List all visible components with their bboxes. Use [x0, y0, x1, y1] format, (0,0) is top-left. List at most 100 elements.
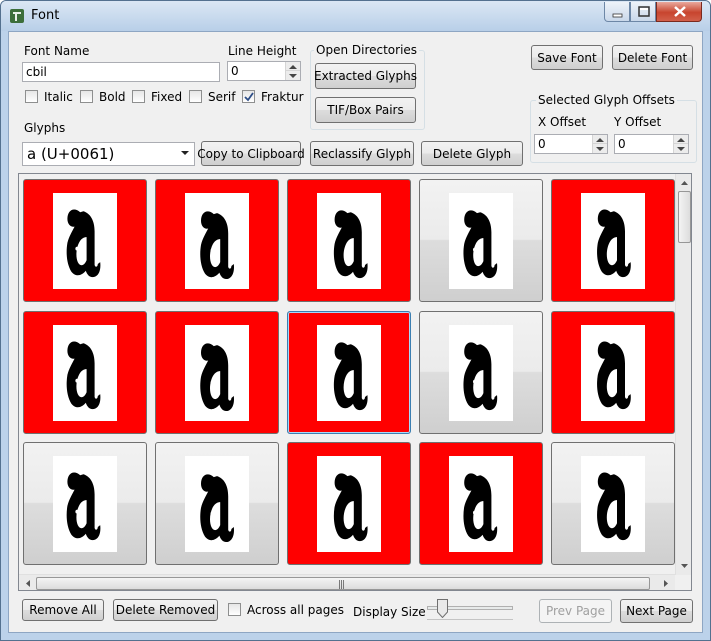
- minimize-button[interactable]: [604, 2, 630, 22]
- across-all-pages-checkbox[interactable]: [228, 603, 241, 616]
- extracted-glyphs-button[interactable]: Extracted Glyphs: [314, 63, 417, 89]
- glyph-tile[interactable]: [551, 311, 675, 434]
- glyph-tile[interactable]: [23, 442, 147, 565]
- glyph-tile[interactable]: [23, 179, 147, 302]
- arrow-up-icon: [289, 65, 297, 69]
- arrow-down-icon: [677, 147, 685, 151]
- title-bar[interactable]: Font: [1, 1, 710, 31]
- line-height-down-button[interactable]: [286, 71, 300, 80]
- y-offset-spinner[interactable]: 0: [614, 134, 689, 154]
- glyph-offsets-title: Selected Glyph Offsets: [536, 93, 677, 107]
- fraktur-a-icon: [333, 210, 368, 279]
- font-name-label: Font Name: [24, 44, 90, 58]
- line-height-value: 0: [231, 64, 239, 78]
- display-size-label: Display Size: [353, 605, 426, 619]
- y-offset-down-button[interactable]: [674, 144, 688, 153]
- arrow-down-icon: [289, 74, 297, 78]
- glyph-tile[interactable]: [419, 179, 543, 302]
- glyph-tile[interactable]: [551, 179, 675, 302]
- line-height-spinner[interactable]: 0: [227, 61, 301, 81]
- fraktur-checkbox[interactable]: [242, 90, 255, 103]
- serif-label: Serif: [208, 90, 236, 104]
- close-button[interactable]: [656, 2, 702, 22]
- delete-font-button[interactable]: Delete Font: [612, 45, 693, 70]
- glyph-tile[interactable]: [287, 442, 411, 565]
- window-title: Font: [31, 8, 60, 23]
- x-offset-up-button[interactable]: [593, 135, 607, 144]
- glyph-select[interactable]: a (U+0061): [22, 142, 195, 166]
- tif-box-pairs-button[interactable]: TIF/Box Pairs: [315, 97, 416, 123]
- glyph-tile[interactable]: [23, 311, 147, 434]
- glyph-grid[interactable]: |||: [18, 173, 692, 591]
- glyph-image: [581, 193, 645, 289]
- copy-to-clipboard-button[interactable]: Copy to Clipboard: [197, 141, 305, 166]
- arrow-up-icon: [677, 138, 685, 142]
- prev-page-button[interactable]: Prev Page: [539, 599, 612, 623]
- fraktur-a-icon: [597, 341, 631, 410]
- delete-removed-button[interactable]: Delete Removed: [113, 599, 218, 621]
- maximize-icon: [638, 6, 650, 17]
- chevron-down-icon: [181, 151, 189, 155]
- scroll-down-icon[interactable]: [676, 559, 692, 573]
- x-offset-spinner[interactable]: 0: [534, 134, 608, 154]
- delete-glyph-button[interactable]: Delete Glyph: [421, 141, 523, 166]
- fraktur-a-icon: [463, 210, 498, 279]
- horizontal-scroll-thumb[interactable]: |||: [36, 577, 650, 590]
- font-window: Font Font Name cbil Line Height 0 Italic: [0, 0, 711, 641]
- font-name-input[interactable]: cbil: [22, 62, 220, 82]
- y-offset-up-button[interactable]: [674, 135, 688, 144]
- checkmark-icon: [244, 92, 254, 102]
- horizontal-scrollbar[interactable]: |||: [19, 574, 675, 591]
- glyph-image: [185, 456, 249, 552]
- x-offset-down-button[interactable]: [593, 144, 607, 153]
- vertical-scroll-thumb[interactable]: [678, 191, 691, 243]
- maximize-button[interactable]: [630, 2, 656, 22]
- client-area: Font Name cbil Line Height 0 Italic Bold…: [8, 31, 703, 633]
- serif-checkbox[interactable]: [189, 90, 202, 103]
- glyph-tile[interactable]: [155, 311, 279, 434]
- glyph-tile[interactable]: [551, 442, 675, 565]
- glyph-select-value: a (U+0061): [27, 145, 115, 163]
- glyph-tile[interactable]: [419, 442, 543, 565]
- fraktur-a-icon: [200, 343, 234, 412]
- glyph-image: [53, 325, 117, 421]
- y-offset-value: 0: [618, 137, 626, 151]
- italic-label: Italic: [44, 90, 73, 104]
- next-page-button[interactable]: Next Page: [620, 599, 693, 623]
- across-all-pages-label: Across all pages: [247, 603, 344, 617]
- fraktur-a-icon: [200, 211, 234, 280]
- glyph-tile[interactable]: [419, 311, 543, 434]
- bold-checkbox[interactable]: [80, 90, 93, 103]
- fraktur-a-icon: [463, 342, 498, 411]
- fraktur-a-icon: [66, 472, 101, 541]
- display-size-ticks: [427, 619, 513, 620]
- fixed-label: Fixed: [151, 90, 183, 104]
- display-size-thumb[interactable]: [437, 599, 448, 618]
- remove-all-button[interactable]: Remove All: [22, 599, 104, 621]
- scroll-up-icon[interactable]: [676, 176, 692, 190]
- minimize-icon: [612, 13, 623, 18]
- open-directories-title: Open Directories: [314, 43, 420, 57]
- glyph-image: [53, 193, 117, 289]
- scroll-right-icon[interactable]: [659, 575, 673, 591]
- save-font-button[interactable]: Save Font: [531, 45, 603, 70]
- fixed-checkbox[interactable]: [132, 90, 145, 103]
- italic-checkbox[interactable]: [25, 90, 38, 103]
- fraktur-a-icon: [333, 342, 368, 411]
- fraktur-a-icon: [463, 473, 498, 542]
- arrow-up-icon: [596, 138, 604, 142]
- glyph-image: [185, 325, 249, 421]
- fraktur-a-icon: [333, 473, 368, 542]
- reclassify-glyph-button[interactable]: Reclassify Glyph: [310, 141, 414, 166]
- line-height-up-button[interactable]: [286, 62, 300, 71]
- glyph-image: [449, 325, 513, 421]
- fraktur-a-icon: [66, 341, 101, 410]
- glyph-tile[interactable]: [155, 442, 279, 565]
- glyph-tile[interactable]: [155, 179, 279, 302]
- glyph-tile[interactable]: [287, 311, 411, 434]
- glyph-tile[interactable]: [287, 179, 411, 302]
- glyph-image: [53, 456, 117, 552]
- fraktur-a-icon: [597, 209, 631, 278]
- vertical-scrollbar[interactable]: [675, 174, 692, 575]
- scroll-left-icon[interactable]: [21, 575, 35, 591]
